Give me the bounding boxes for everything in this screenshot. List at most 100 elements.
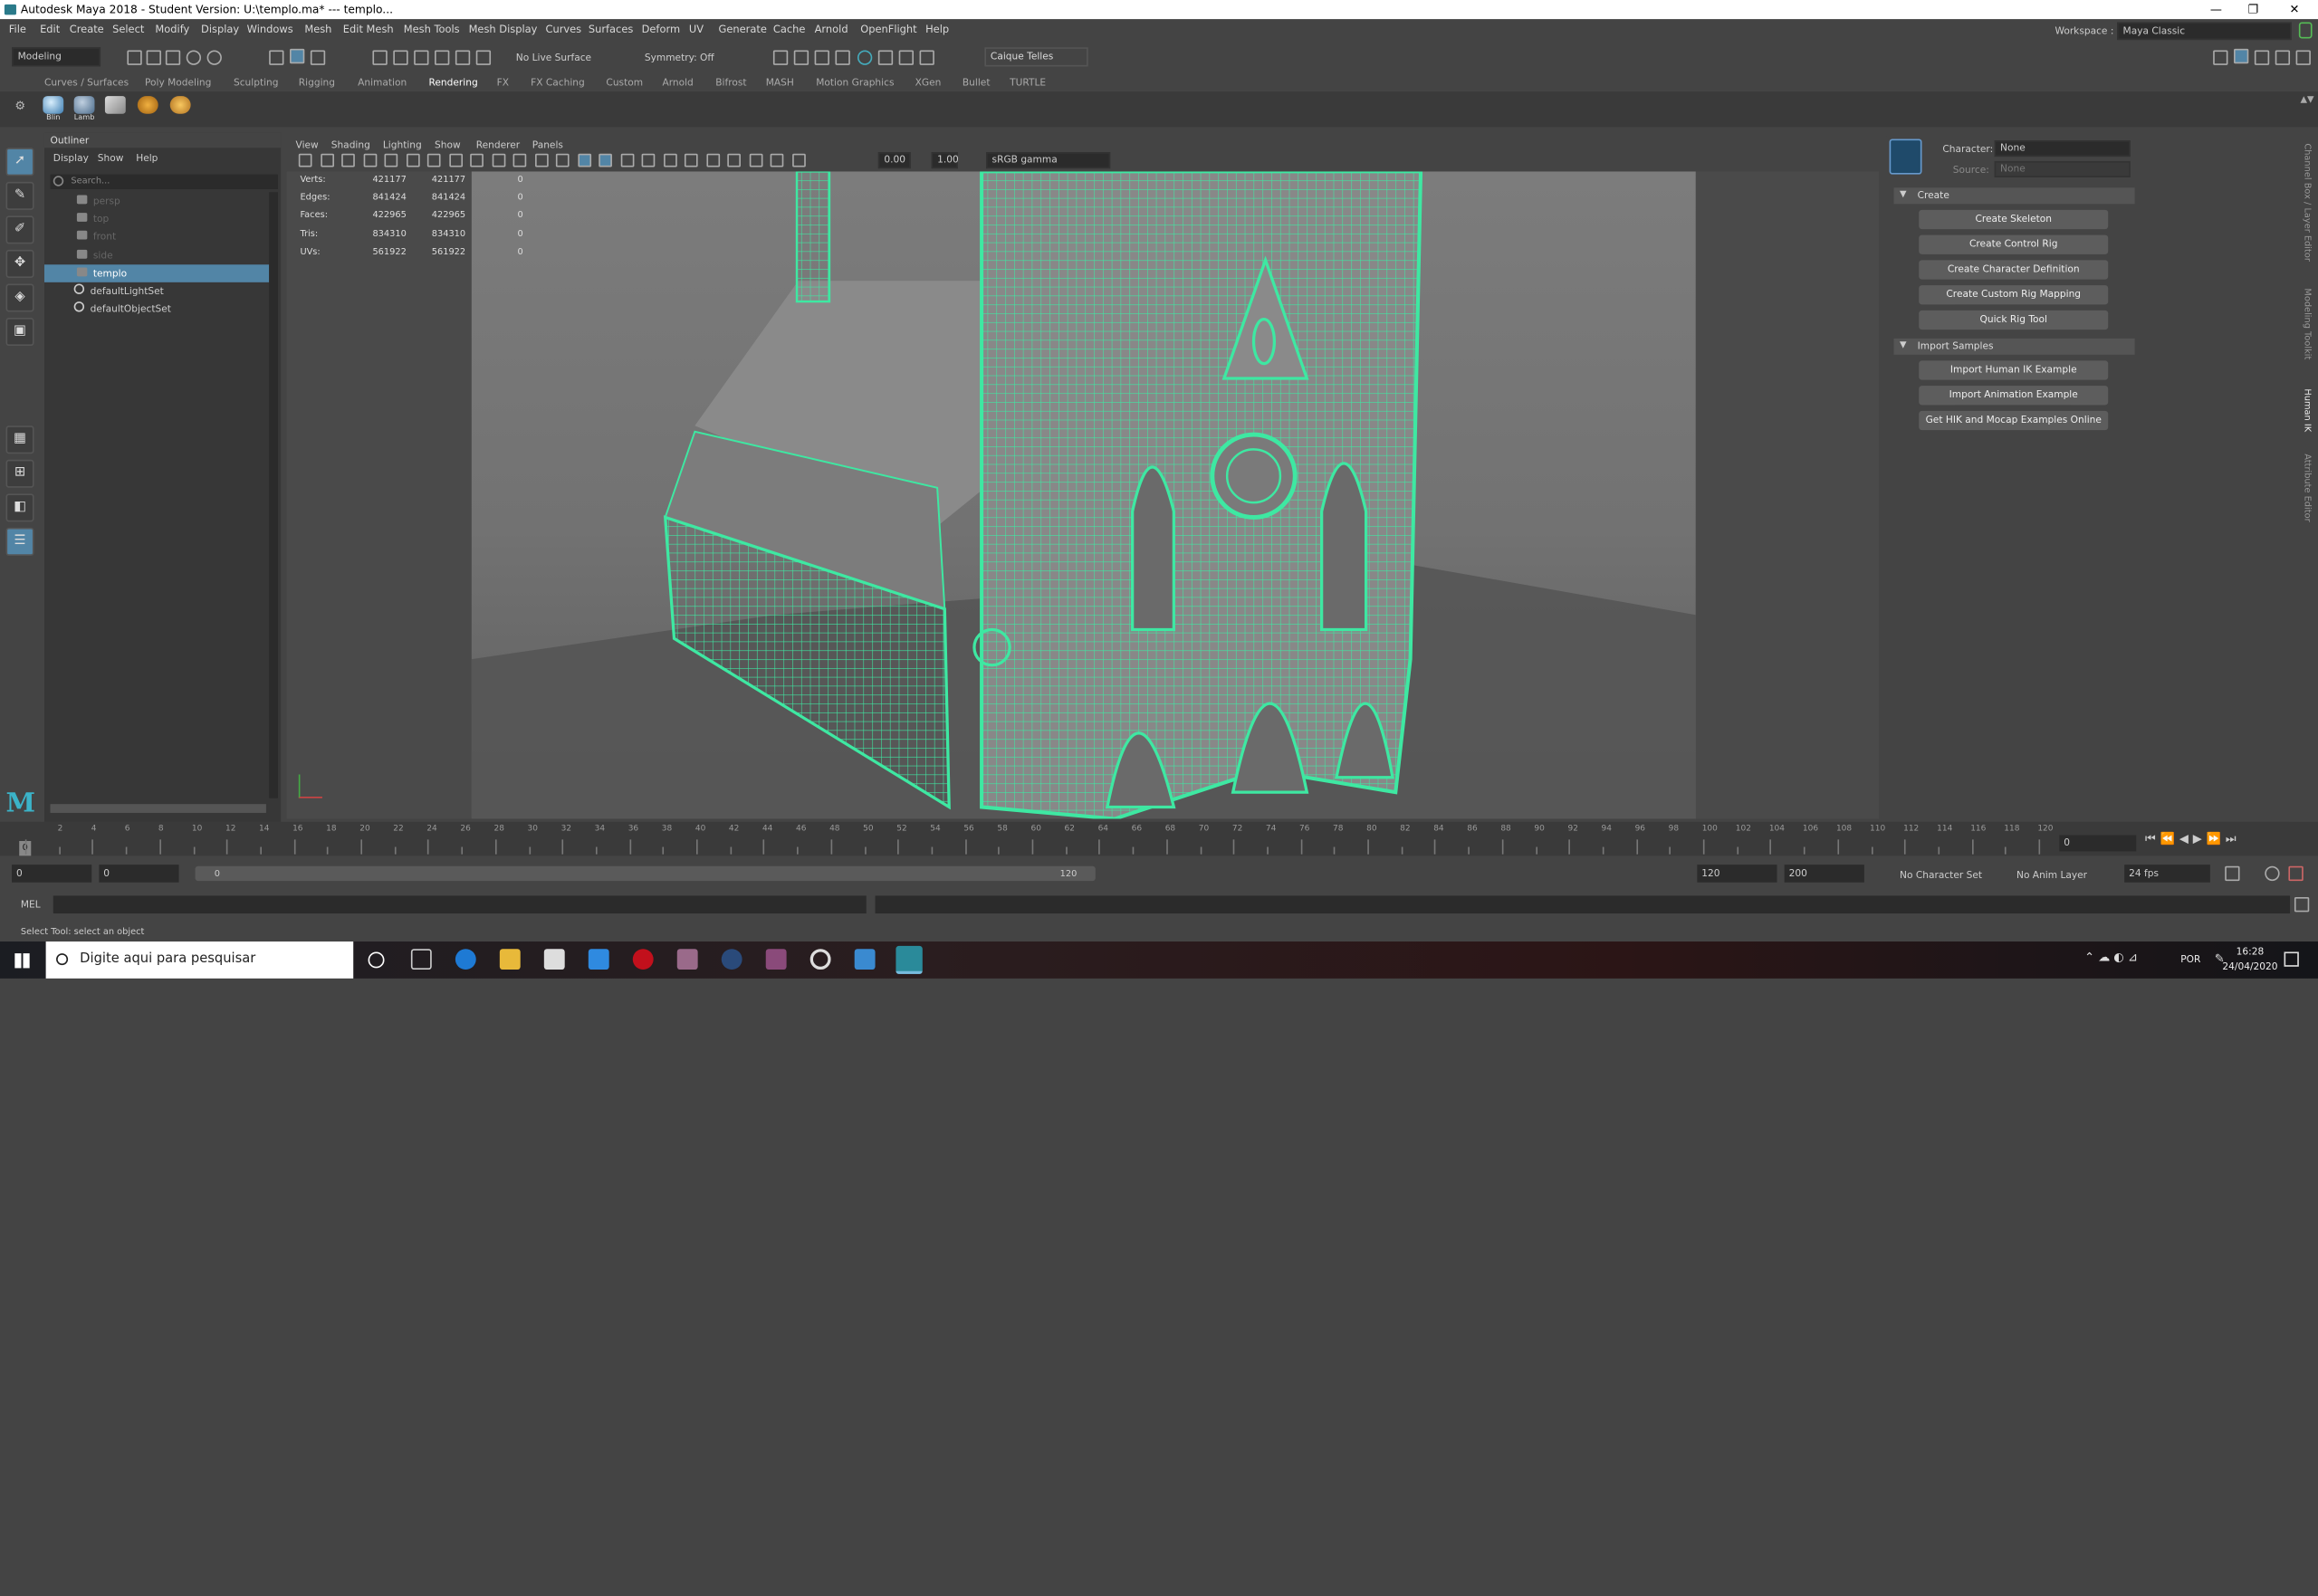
select-tool-icon[interactable]: ➚ [5, 148, 34, 177]
viewport-tool-icon[interactable] [791, 153, 806, 167]
hypershade-icon[interactable] [857, 50, 873, 65]
viewport-tool-icon[interactable] [491, 153, 505, 167]
shelf-tab-sculpting[interactable]: Sculpting [234, 77, 279, 89]
render-layer-button[interactable] [102, 94, 129, 124]
create-custom-rig-mapping-button[interactable]: Create Custom Rig Mapping [1919, 285, 2109, 305]
viewport-tool-icon[interactable] [619, 153, 634, 167]
outliner-layout-icon[interactable]: ☰ [5, 527, 34, 556]
windows-start-icon[interactable] [14, 953, 30, 969]
menu-select[interactable]: Select [112, 24, 144, 35]
outliner-item[interactable]: defaultLightSet [44, 282, 269, 301]
snap-projected-icon[interactable] [435, 50, 450, 65]
auto-key-icon[interactable] [2265, 865, 2280, 882]
ipr-render-icon[interactable] [814, 50, 829, 65]
keyboard-language[interactable]: POR [2180, 953, 2200, 965]
outliner-hscrollbar[interactable] [50, 804, 266, 813]
viewport-tool-icon[interactable] [426, 153, 441, 167]
range-slider[interactable] [195, 865, 1096, 882]
workspace-dropdown[interactable]: Maya Classic [2117, 22, 2292, 41]
side-tab-modeling-toolkit[interactable]: Modeling Toolkit [2302, 288, 2312, 359]
viewport-tool-icon[interactable] [406, 153, 419, 167]
menu-windows[interactable]: Windows [247, 24, 293, 35]
shelf-tab-turtle[interactable]: TURTLE [1010, 77, 1046, 89]
import-human-ik-example-button[interactable]: Import Human IK Example [1919, 360, 2109, 380]
shelf-tab-mash[interactable]: MASH [766, 77, 794, 89]
outliner-menu-show[interactable]: Show [98, 152, 124, 164]
persp-outliner-icon[interactable]: ◧ [5, 493, 34, 522]
winrar-icon[interactable] [765, 949, 787, 970]
character-dropdown[interactable]: None [1994, 140, 2131, 158]
file-explorer-icon[interactable] [499, 949, 521, 970]
move-tool-icon[interactable]: ✥ [5, 249, 34, 278]
viewport-tool-icon[interactable] [384, 153, 398, 167]
render-frame-icon[interactable] [772, 50, 789, 65]
redo-icon[interactable] [206, 50, 222, 65]
snap-grid-icon[interactable] [372, 50, 388, 65]
viewport-tool-icon[interactable] [555, 153, 570, 167]
snap-point-icon[interactable] [414, 50, 429, 65]
menu-edit[interactable]: Edit [40, 24, 60, 35]
create-section-chevron-icon[interactable]: ▼ [1900, 189, 1907, 199]
light-editor-button[interactable] [167, 94, 193, 124]
lambert-shader-button[interactable]: Lamb [71, 94, 97, 124]
render-setup-button[interactable] [135, 94, 161, 124]
store-icon[interactable] [543, 949, 565, 970]
script-editor-icon[interactable] [2294, 897, 2310, 913]
viewport-tool-icon[interactable] [727, 153, 741, 167]
live-surface-label[interactable]: No Live Surface [516, 52, 591, 63]
arnold-render-icon[interactable] [898, 50, 915, 65]
modeling-toolkit-icon[interactable] [2213, 50, 2228, 65]
exposure-field[interactable]: 0.00 [877, 152, 911, 169]
time-slider[interactable]: 0 24681012141618202224262830323436384042… [0, 821, 2318, 856]
shelf-scroll-icon[interactable]: ▲▼ [2300, 94, 2313, 104]
viewport-tool-icon[interactable] [448, 153, 463, 167]
shelf-tab-bifrost[interactable]: Bifrost [715, 77, 746, 89]
outliner-item[interactable]: persp [44, 192, 269, 210]
viewport-tool-icon[interactable] [341, 153, 355, 167]
attribute-editor-icon[interactable] [2275, 50, 2291, 65]
menu-create[interactable]: Create [70, 24, 104, 35]
menu-cache[interactable]: Cache [773, 24, 806, 35]
maximize-button[interactable]: ❐ [2236, 0, 2271, 19]
single-perspective-icon[interactable]: ▦ [5, 425, 34, 454]
viewport-tool-icon[interactable] [770, 153, 784, 167]
shelf-tab-poly-modeling[interactable]: Poly Modeling [145, 77, 211, 89]
side-tab-channel-box-layer-editor[interactable]: Channel Box / Layer Editor [2302, 143, 2312, 261]
select-hierarchy-icon[interactable] [269, 50, 284, 65]
shelf-tab-xgen[interactable]: XGen [915, 77, 942, 89]
snap-view-plane-icon[interactable] [455, 50, 471, 65]
render-view-icon[interactable] [877, 50, 894, 65]
viewport-tool-icon[interactable] [663, 153, 676, 167]
viewport-tool-icon[interactable] [577, 153, 591, 167]
viewport-menu-renderer[interactable]: Renderer [476, 139, 520, 150]
viewport-menu-lighting[interactable]: Lighting [383, 139, 422, 150]
menu-mesh-display[interactable]: Mesh Display [469, 24, 538, 35]
outliner-item[interactable]: top [44, 210, 269, 228]
viewport-tool-icon[interactable] [684, 153, 698, 167]
remote-desktop-icon[interactable] [854, 949, 876, 970]
character-set-dropdown[interactable]: No Character Set [1900, 869, 1982, 881]
tray-icons[interactable]: ⌃ ☁ ◐ ⊿ [2084, 951, 2138, 964]
menu-arnold[interactable]: Arnold [815, 24, 848, 35]
menu-surfaces[interactable]: Surfaces [589, 24, 634, 35]
menu-curves[interactable]: Curves [545, 24, 581, 35]
shelf-tab-animation[interactable]: Animation [358, 77, 407, 89]
menu-help[interactable]: Help [925, 24, 949, 35]
menu-file[interactable]: File [9, 24, 26, 35]
viewport-tool-icon[interactable] [512, 153, 527, 167]
fps-dropdown[interactable]: 24 fps [2124, 865, 2210, 883]
current-frame-field[interactable]: 0 [2059, 835, 2137, 852]
shelf-tab-rendering[interactable]: Rendering [428, 77, 477, 89]
playback-end-field[interactable]: 120 [1697, 865, 1777, 883]
four-view-icon[interactable]: ⊞ [5, 459, 34, 488]
viewport-menu-panels[interactable]: Panels [532, 139, 563, 150]
render-sequence-icon[interactable] [793, 50, 809, 65]
new-scene-icon[interactable] [127, 50, 142, 65]
scene-start-field[interactable]: 0 [12, 865, 92, 883]
app-icon[interactable] [676, 949, 698, 970]
select-object-icon[interactable] [290, 48, 305, 64]
anim-prefs-icon[interactable] [2288, 865, 2304, 882]
viewport-tool-icon[interactable] [599, 153, 612, 167]
lock-icon[interactable] [2298, 22, 2313, 39]
playback-start-field[interactable]: 0 [99, 865, 179, 883]
